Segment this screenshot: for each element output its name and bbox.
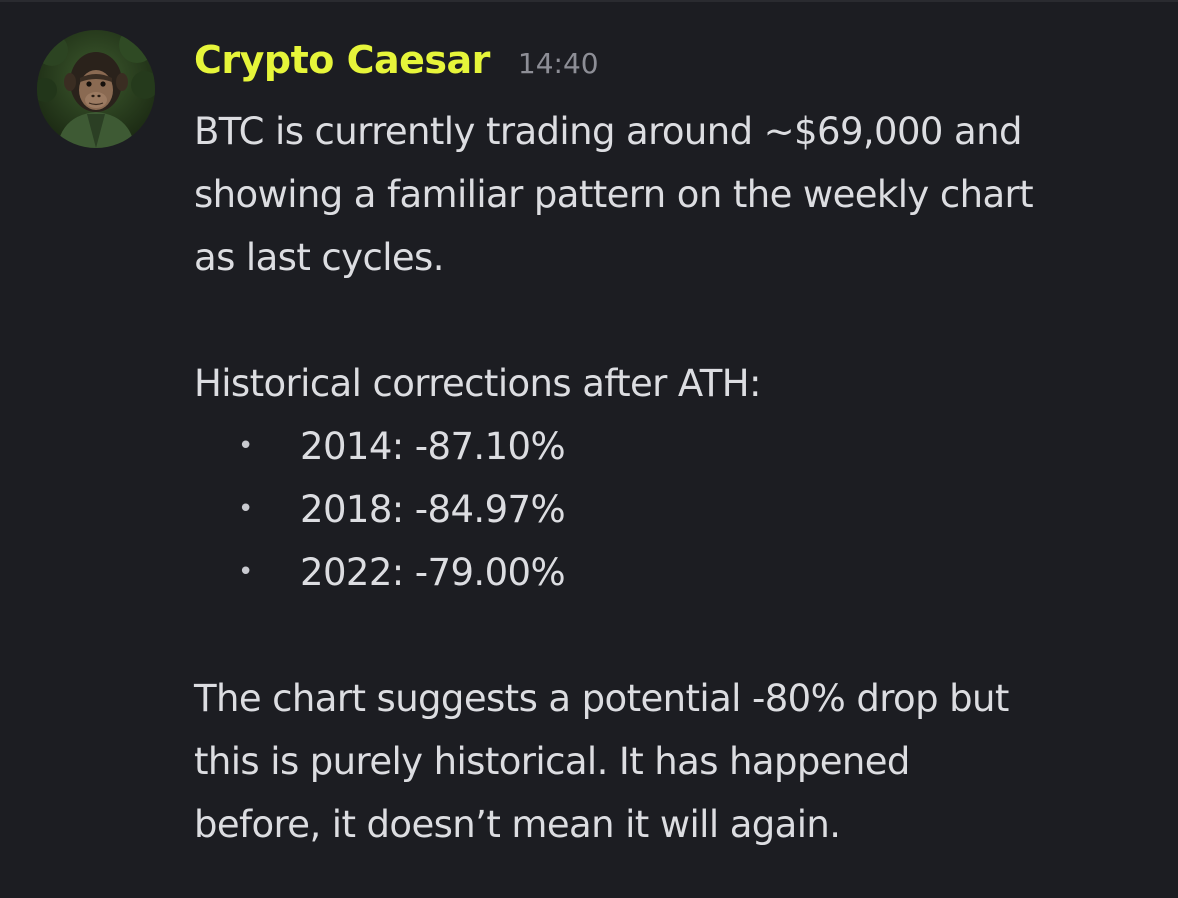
paragraph-line: showing a familiar pattern on the weekly… <box>194 173 1034 216</box>
message-content: BTC is currently trading around ~$69,000… <box>194 100 1164 856</box>
list-item-text: 2014: -87.10% <box>300 425 566 468</box>
paragraph-line: before, it doesn’t mean it will again. <box>194 803 841 846</box>
list-item: • 2014: -87.10% <box>194 415 1164 478</box>
list-item: • 2018: -84.97% <box>194 478 1164 541</box>
author-name[interactable]: Crypto Caesar <box>194 38 490 82</box>
list-item-text: 2018: -84.97% <box>300 488 566 531</box>
list-heading: Historical corrections after ATH: <box>194 362 761 405</box>
paragraph-line: BTC is currently trading around ~$69,000… <box>194 110 1022 153</box>
paragraph-line: The chart suggests a potential -80% drop… <box>194 677 1009 720</box>
paragraph-line: this is purely historical. It has happen… <box>194 740 910 783</box>
corrections-list: • 2014: -87.10% • 2018: -84.97% • 2022: … <box>194 415 1164 604</box>
message-timestamp: 14:40 <box>517 47 599 80</box>
bullet-icon: • <box>238 494 253 524</box>
chat-message: Crypto Caesar 14:40 BTC is currently tra… <box>0 0 1178 898</box>
list-item-text: 2022: -79.00% <box>300 551 566 594</box>
avatar[interactable] <box>37 30 155 148</box>
list-item: • 2022: -79.00% <box>194 541 1164 604</box>
message-header: Crypto Caesar 14:40 <box>194 38 599 94</box>
paragraph-line: as last cycles. <box>194 236 444 279</box>
bullet-icon: • <box>238 431 253 461</box>
chimp-avatar-icon <box>37 30 155 148</box>
bullet-icon: • <box>238 557 253 587</box>
